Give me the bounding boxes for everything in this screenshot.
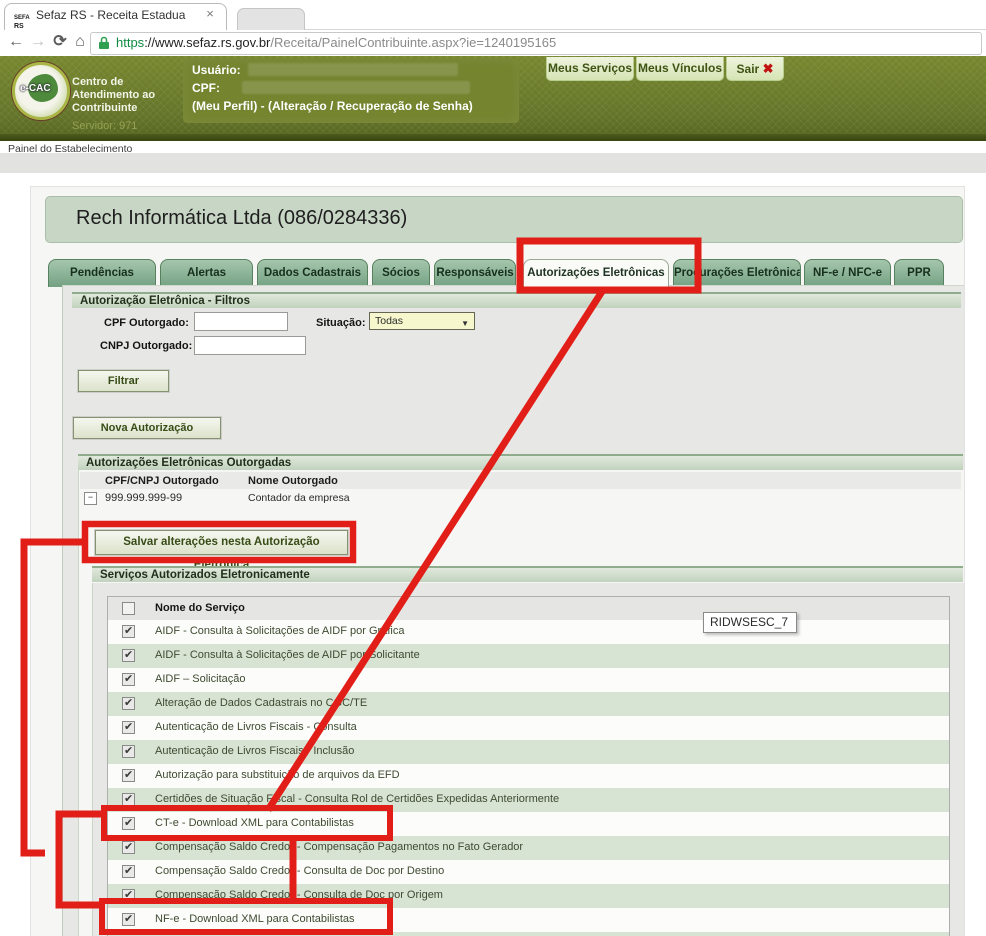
nova-autorizacao-button[interactable]: Nova Autorização <box>73 417 221 439</box>
service-row: Certidões de Situação Fiscal - Consulta … <box>108 788 949 812</box>
https-lock-icon <box>98 36 110 50</box>
sefaz-favicon: SEFA RS <box>14 7 31 24</box>
cpf-outorgado-label: CPF Outorgado: <box>104 317 189 329</box>
service-checkbox[interactable] <box>122 769 135 782</box>
service-row: Autorização para substituição de arquivo… <box>108 764 949 788</box>
service-row: Compensação Saldo Credor - Consulta de D… <box>108 884 949 908</box>
service-label: Certidões de Situação Fiscal - Consulta … <box>155 793 559 805</box>
service-label: AIDF - Consulta à Solicitações de AIDF p… <box>155 649 420 661</box>
service-label: Autenticação de Livros Fiscais - Consult… <box>155 721 357 733</box>
servidor-label: Servidor: 971 <box>72 120 137 132</box>
service-row: Compensação Saldo Credor - Compensação P… <box>108 836 949 860</box>
service-label: Compensação Saldo Credor - Consulta de D… <box>155 889 443 901</box>
service-checkbox[interactable] <box>122 793 135 806</box>
service-label: Autenticação de Livros Fiscais - Inclusã… <box>155 745 354 757</box>
service-label: NF-e - Download XML para Contabilistas <box>155 913 355 925</box>
home-icon[interactable]: ⌂ <box>70 32 90 52</box>
col-cpf-cnpj-outorgado: CPF/CNPJ Outorgado <box>105 475 219 487</box>
col-nome-servico: Nome do Serviço <box>155 602 245 614</box>
tab-alertas[interactable]: Alertas <box>160 259 253 287</box>
meus-servicos-button[interactable]: Meus Serviços <box>546 57 634 81</box>
service-row-partial <box>108 932 949 936</box>
servicos-section-header: Serviços Autorizados Eletronicamente <box>92 566 963 582</box>
service-row-nfe: NF-e - Download XML para Contabilistas <box>108 908 949 932</box>
screen: SEFA RS Sefaz RS - Receita Estadua × ← →… <box>0 0 986 936</box>
service-checkbox[interactable] <box>122 625 135 638</box>
browser-tab-title: Sefaz RS - Receita Estadua <box>36 8 194 23</box>
service-checkbox[interactable] <box>122 649 135 662</box>
service-label: CT-e - Download XML para Contabilistas <box>155 817 354 829</box>
situacao-label: Situação: <box>316 317 366 329</box>
browser-tab-stub[interactable] <box>237 8 305 31</box>
service-checkbox[interactable] <box>122 745 135 758</box>
sair-x-icon: ✖ <box>763 61 774 76</box>
tab-procuracoes-eletronicas[interactable]: Procurações Eletrônicas <box>673 259 801 287</box>
redacted-usuario-value <box>248 63 458 76</box>
redacted-cpf-value <box>242 81 470 94</box>
reload-icon[interactable]: ⟳ <box>50 32 70 52</box>
tooltip: RIDWSESC_7 <box>703 612 797 633</box>
service-label: Autorização para substituição de arquivo… <box>155 769 400 781</box>
expand-toggle-icon[interactable]: − <box>84 492 97 505</box>
col-nome-outorgado: Nome Outorgado <box>248 475 338 487</box>
service-checkbox[interactable] <box>122 913 135 926</box>
filtrar-button[interactable]: Filtrar <box>78 370 169 392</box>
service-label: Compensação Saldo Credor - Compensação P… <box>155 841 523 853</box>
outorgado-nome-value: Contador da empresa <box>248 492 350 504</box>
url-text: https://www.sefaz.rs.gov.br/Receita/Pain… <box>116 35 556 51</box>
service-label: Compensação Saldo Credor - Consulta de D… <box>155 865 444 877</box>
org-name: Centro de Atendimento ao Contribuinte <box>72 76 192 115</box>
service-label: Alteração de Dados Cadastrais no CGC/TE <box>155 697 367 709</box>
service-checkbox[interactable] <box>122 865 135 878</box>
chevron-down-icon: ▼ <box>461 316 469 332</box>
service-row: Compensação Saldo Credor - Consulta de D… <box>108 860 949 884</box>
servicos-table-header: Nome do Serviço <box>108 597 949 621</box>
tab-responsaveis[interactable]: Responsáveis <box>434 259 516 287</box>
breadcrumb-bar <box>0 141 986 152</box>
cnpj-outorgado-label: CNPJ Outorgado: <box>100 340 192 352</box>
salvar-alteracoes-button[interactable]: Salvar alterações nesta Autorização Elet… <box>95 530 348 555</box>
tab-ppr[interactable]: PPR <box>894 259 944 287</box>
usuario-label: Usuário: <box>192 63 241 77</box>
service-row: AIDF – Solicitação <box>108 668 949 692</box>
filters-section-header: Autorização Eletrônica - Filtros <box>72 292 961 308</box>
situacao-select[interactable]: Todas▼ <box>369 312 475 330</box>
service-label: AIDF - Consulta à Solicitações de AIDF p… <box>155 625 404 637</box>
forward-icon[interactable]: → <box>28 32 48 52</box>
service-row: AIDF - Consulta à Solicitações de AIDF p… <box>108 644 949 668</box>
cpf-outorgado-input[interactable] <box>194 312 288 331</box>
meus-vinculos-button[interactable]: Meus Vínculos <box>636 57 724 81</box>
service-checkbox[interactable] <box>122 841 135 854</box>
service-row: Autenticação de Livros Fiscais - Inclusã… <box>108 740 949 764</box>
tab-dados-cadastrais[interactable]: Dados Cadastrais <box>257 259 368 287</box>
cnpj-outorgado-input[interactable] <box>194 336 306 355</box>
ecac-logo-label: e-CAC <box>20 83 51 94</box>
select-all-checkbox[interactable] <box>122 602 135 615</box>
service-checkbox[interactable] <box>122 889 135 902</box>
back-icon[interactable]: ← <box>6 32 26 52</box>
tab-socios[interactable]: Sócios <box>372 259 430 287</box>
tab-nfe-nfce[interactable]: NF-e / NFC-e <box>804 259 891 287</box>
service-row-cte: CT-e - Download XML para Contabilistas <box>108 812 949 836</box>
service-checkbox[interactable] <box>122 697 135 710</box>
gray-band <box>0 153 986 173</box>
service-checkbox[interactable] <box>122 673 135 686</box>
cpf-label: CPF: <box>192 81 220 95</box>
outorgado-cpf-value: 999.999.999-99 <box>105 492 182 504</box>
sair-button[interactable]: Sair ✖ <box>726 57 784 81</box>
tab-autorizacoes-eletronicas[interactable]: Autorizações Eletrônicas <box>523 259 669 288</box>
service-row: Autenticação de Livros Fiscais - Consult… <box>108 716 949 740</box>
service-label: AIDF – Solicitação <box>155 673 245 685</box>
service-row: AIDF - Consulta à Solicitações de AIDF p… <box>108 620 949 644</box>
outorgadas-section-header: Autorizações Eletrônicas Outorgadas <box>78 454 963 470</box>
service-checkbox[interactable] <box>122 721 135 734</box>
page-title: Rech Informática Ltda (086/0284336) <box>76 207 407 230</box>
service-row: Alteração de Dados Cadastrais no CGC/TE <box>108 692 949 716</box>
perfil-links[interactable]: (Meu Perfil) - (Alteração / Recuperação … <box>192 99 473 113</box>
tab-close-icon[interactable]: × <box>203 7 217 21</box>
tab-pendencias[interactable]: Pendências <box>48 259 156 287</box>
service-checkbox[interactable] <box>122 817 135 830</box>
